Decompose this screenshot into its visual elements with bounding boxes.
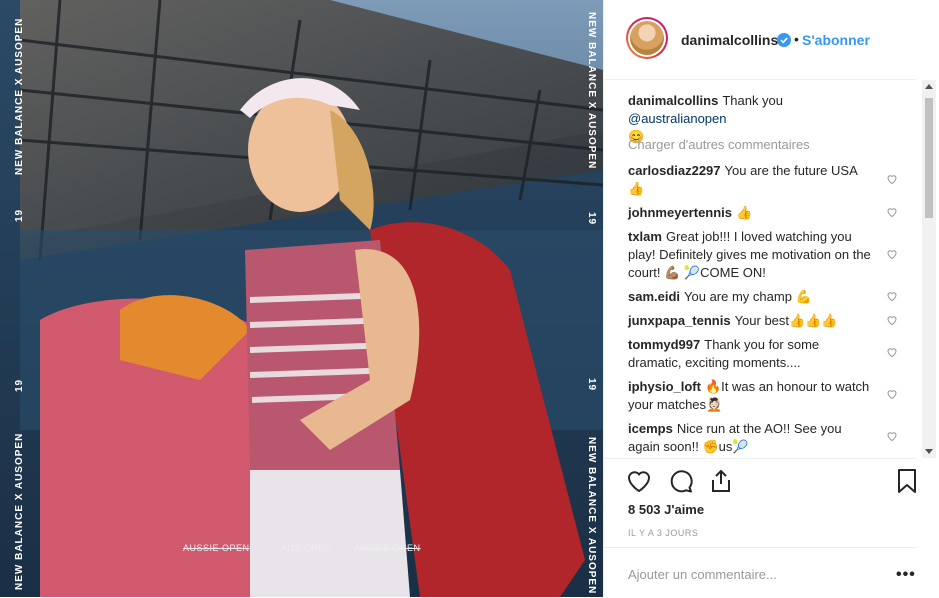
comment-username[interactable]: tommyd997 — [628, 337, 700, 352]
like-comment-heart-icon[interactable] — [886, 346, 898, 358]
caption-text: Thank you — [722, 93, 784, 108]
more-options-icon[interactable]: ••• — [896, 566, 916, 584]
comment-item: carlosdiaz2297 You are the future USA 👍 — [628, 162, 876, 198]
comment-item: johnmeyertennis 👍 — [628, 204, 876, 222]
side-banner-right-bottom: NEW BALANCE X AUSOPEN — [586, 437, 597, 595]
comments-scrollbar[interactable] — [922, 80, 936, 458]
comment-text: Your best👍👍👍 — [734, 313, 838, 328]
follow-button[interactable]: S'abonner — [802, 32, 870, 48]
like-comment-heart-icon[interactable] — [886, 290, 898, 302]
like-comment-heart-icon[interactable] — [886, 248, 898, 260]
post-photo[interactable]: NEW BALANCE X AUSOPEN 19 19 NEW BALANCE … — [0, 0, 603, 597]
comment-bubble-icon[interactable] — [668, 468, 694, 494]
post-timestamp[interactable]: IL Y A 3 JOURS — [628, 528, 698, 538]
like-comment-heart-icon[interactable] — [886, 314, 898, 326]
comment-username[interactable]: icemps — [628, 421, 673, 436]
comments-list[interactable]: danimalcollins Thank you @australianopen … — [604, 80, 939, 458]
comment-username[interactable]: txlam — [628, 229, 662, 244]
comment-text: Great job!!! I loved watching you play! … — [628, 229, 871, 280]
side-number-left-bottom: 19 — [14, 378, 25, 392]
overlay-caption-2: AUS OPEN — [281, 543, 332, 553]
scrollbar-thumb[interactable] — [925, 98, 933, 218]
verified-badge-icon — [777, 33, 791, 47]
avatar-photo — [630, 21, 664, 55]
comment-text: You are my champ 💪 — [684, 289, 812, 304]
caption-mention[interactable]: @australianopen — [628, 111, 726, 126]
side-banner-left-bottom: NEW BALANCE X AUSOPEN — [14, 432, 25, 590]
comment-username[interactable]: carlosdiaz2297 — [628, 163, 721, 178]
comment-item: sam.eidi You are my champ 💪 — [628, 288, 876, 306]
comment-username[interactable]: junxpapa_tennis — [628, 313, 731, 328]
side-number-right-top: 19 — [586, 212, 597, 226]
comment-item: txlam Great job!!! I loved watching you p… — [628, 228, 876, 282]
load-more-comments-button[interactable]: Charger d'autres commentaires — [628, 137, 810, 152]
comment-item: icemps Nice run at the AO!! See you again… — [628, 420, 876, 456]
action-bar-divider — [604, 458, 916, 459]
like-comment-heart-icon[interactable] — [886, 173, 898, 185]
post-sidebar: danimalcollins • S'abonner danimalcollin… — [603, 0, 939, 597]
overlay-caption-1: AUSSIE OPEN — [183, 543, 250, 553]
instagram-post: NEW BALANCE X AUSOPEN 19 19 NEW BALANCE … — [0, 0, 939, 597]
header-username[interactable]: danimalcollins — [681, 32, 778, 48]
avatar-frame — [628, 19, 666, 57]
comment-item: tommyd997 Thank you for some dramatic, ex… — [628, 336, 876, 372]
like-heart-icon[interactable] — [626, 468, 652, 494]
side-number-left-top: 19 — [14, 208, 25, 222]
comment-text: 👍 — [736, 205, 753, 220]
scroll-up-arrow-icon[interactable] — [925, 84, 933, 89]
separator-dot: • — [794, 31, 799, 47]
comment-item: junxpapa_tennis Your best👍👍👍 — [628, 312, 876, 330]
side-banner-left-top: NEW BALANCE X AUSOPEN — [14, 17, 25, 175]
scroll-down-arrow-icon[interactable] — [925, 449, 933, 454]
bookmark-save-icon[interactable] — [894, 468, 920, 494]
comment-username[interactable]: johnmeyertennis — [628, 205, 732, 220]
like-count[interactable]: 8 503 J'aime — [628, 502, 704, 517]
comment-username[interactable]: iphysio_loft — [628, 379, 701, 394]
add-comment-input[interactable] — [628, 567, 858, 582]
share-icon[interactable] — [708, 468, 734, 494]
comment-item: iphysio_loft 🔥It was an honour to watch y… — [628, 378, 876, 414]
side-number-right-bottom: 19 — [586, 378, 597, 392]
post-header: danimalcollins • S'abonner — [604, 0, 916, 80]
like-comment-heart-icon[interactable] — [886, 206, 898, 218]
like-comment-heart-icon[interactable] — [886, 430, 898, 442]
like-comment-heart-icon[interactable] — [886, 388, 898, 400]
overlay-caption-3: AUSSIE OPEN — [354, 543, 421, 553]
tennis-player-photo — [0, 0, 603, 597]
avatar[interactable] — [626, 17, 668, 59]
side-banner-right-top: NEW BALANCE X AUSOPEN — [586, 12, 597, 170]
caption-username[interactable]: danimalcollins — [628, 93, 718, 108]
comment-username[interactable]: sam.eidi — [628, 289, 680, 304]
